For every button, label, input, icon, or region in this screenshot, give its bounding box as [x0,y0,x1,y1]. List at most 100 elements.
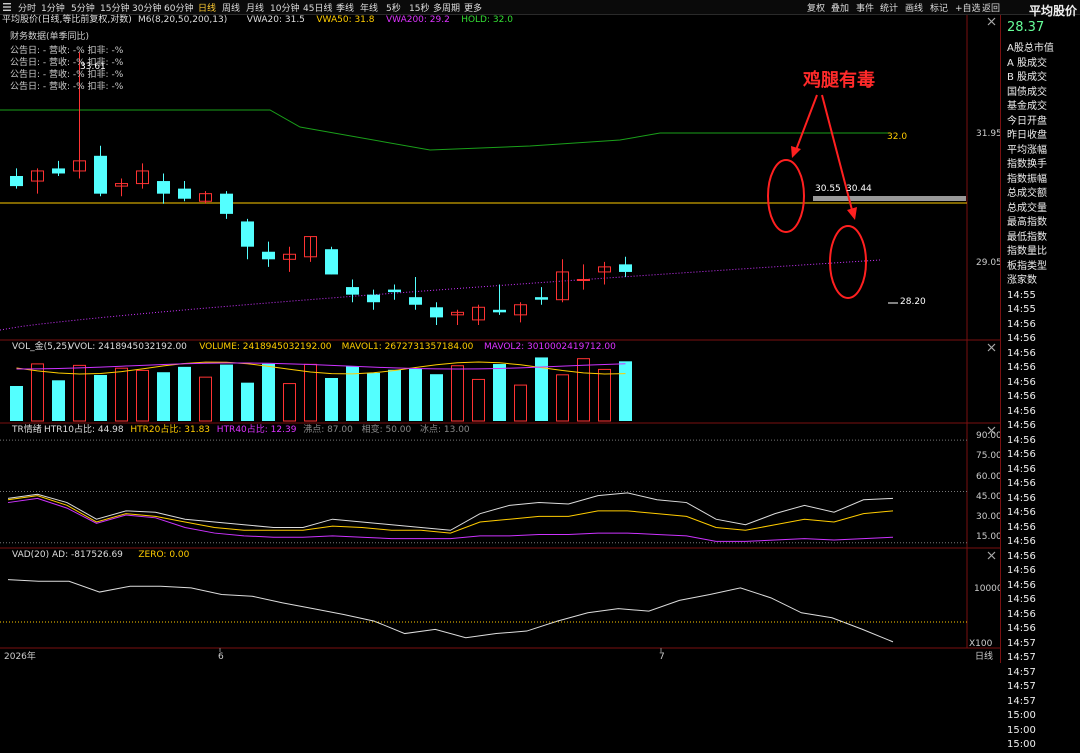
quote-field[interactable]: 14:55 [1007,289,1054,304]
indicator-value: VWA50: 31.8 [316,15,375,25]
quote-field[interactable]: 总成交额 [1007,187,1054,202]
quote-field[interactable]: 14:56 [1007,347,1054,362]
close-icon[interactable] [987,17,996,26]
indicator-value: 相变: 50.00 [361,425,412,435]
chart-title: 平均股价(日线,等比前复权,对数) [2,15,132,25]
quote-field[interactable]: 15:00 [1007,709,1054,724]
volume-bar [409,368,422,421]
quote-field[interactable]: 14:56 [1007,579,1054,594]
close-icon[interactable] [987,551,996,560]
quote-field[interactable]: 14:56 [1007,463,1054,478]
high-label: 33.61 [80,62,106,72]
quote-field[interactable]: 14:56 [1007,376,1054,391]
arrow-line [795,94,818,151]
quote-field[interactable]: 14:56 [1007,448,1054,463]
kline-chart[interactable] [0,0,1000,663]
quote-field[interactable]: 14:56 [1007,419,1054,434]
volume-bar [619,361,632,421]
candle-body [262,251,275,260]
quote-field[interactable]: 14:56 [1007,506,1054,521]
volume-bar [472,378,485,422]
quote-field[interactable]: 14:56 [1007,477,1054,492]
quote-field[interactable]: 14:57 [1007,666,1054,681]
close-icon[interactable] [987,426,996,435]
quote-field[interactable]: 14:56 [1007,521,1054,536]
quote-field[interactable]: 指数量比 [1007,245,1054,260]
quote-field[interactable]: 14:57 [1007,637,1054,652]
candle-body [94,155,107,194]
candle-body [493,309,506,313]
quote-field[interactable]: 基金成交 [1007,100,1054,115]
quote-field[interactable]: 14:56 [1007,622,1054,637]
quote-field[interactable]: B 股成交 [1007,71,1054,86]
quote-field[interactable]: 14:56 [1007,361,1054,376]
tr-axis-label: 30.00 [976,512,1002,522]
panel-title: 平均股价 [1028,4,1077,18]
candle-body [241,221,254,247]
indicator-value: VWA200: 29.2 [386,15,450,25]
volume-bar [220,364,233,421]
quote-field[interactable]: 平均涨幅 [1007,144,1054,159]
quote-field[interactable]: 最低指数 [1007,231,1054,246]
volume-bar [598,368,611,422]
candle-body [220,193,233,214]
volume-bar [178,366,191,421]
quote-field[interactable]: 最高指数 [1007,216,1054,231]
finance-row: 公告日: - 营收: -% 扣非: -% [10,70,124,80]
vad-title: VAD(20) [12,550,50,560]
candle-body [388,289,401,293]
quote-field[interactable]: 14:57 [1007,651,1054,666]
quote-field[interactable]: 涨家数 [1007,274,1054,289]
quote-field[interactable]: 14:56 [1007,564,1054,579]
volume-bar [262,363,275,421]
quote-field[interactable]: 15:00 [1007,738,1054,753]
finance-row: 公告日: - 营收: -% 扣非: -% [10,46,124,56]
annotation-text: 鸡腿有毒 [803,70,875,91]
hold-line [0,109,890,151]
quote-field[interactable]: 板指类型 [1007,260,1054,275]
tr-axis-label: 60.00 [976,472,1002,482]
quote-field[interactable]: 14:56 [1007,550,1054,565]
quote-field[interactable]: 昨日收盘 [1007,129,1054,144]
quote-field[interactable]: A 股成交 [1007,57,1054,72]
indicator-value: ZERO: 0.00 [138,550,190,560]
quote-field[interactable]: 指数换手 [1007,158,1054,173]
volume-bar [304,363,317,422]
volume-bar [430,374,443,421]
quote-field[interactable]: 今日开盘 [1007,115,1054,130]
quote-field[interactable]: 14:56 [1007,318,1054,333]
htr20-line [7,495,894,534]
quote-field[interactable]: 14:57 [1007,695,1054,710]
candle-body [577,279,590,282]
quote-field[interactable]: 15:00 [1007,724,1054,739]
candle-body [619,264,632,272]
quote-field[interactable]: 14:56 [1007,608,1054,623]
quote-field[interactable]: 总成交量 [1007,202,1054,217]
volume-bar [10,385,23,421]
candle-body [178,188,191,199]
quote-field[interactable]: 14:56 [1007,593,1054,608]
quote-field[interactable]: 14:55 [1007,303,1054,318]
quote-field[interactable]: 14:56 [1007,492,1054,507]
quote-field[interactable]: 国债成交 [1007,86,1054,101]
close-icon[interactable] [987,343,996,352]
quote-field[interactable]: 14:56 [1007,332,1054,347]
volume-bar [325,377,338,421]
quote-field[interactable]: 14:56 [1007,390,1054,405]
volume-bar [31,363,44,422]
quote-field[interactable]: 14:56 [1007,434,1054,449]
current-price: 28.37 [1007,20,1045,35]
indicator-value: VOLUME: 2418945032192.00 [199,342,332,352]
quote-field[interactable]: 14:56 [1007,405,1054,420]
quote-panel: 平均股价 28.37 A股总市值 A 股成交 B 股成交 国债成交 基金成交 今日开盘 昨日… [1000,4,1080,750]
quote-field[interactable]: 14:57 [1007,680,1054,695]
quote-field[interactable]: A股总市值 [1007,42,1054,57]
volume-bar [157,372,170,421]
volume-bar [199,376,212,422]
tr-axis-label: 15.00 [976,532,1002,542]
indicator-value: HTR10占比: 44.98 [44,425,124,435]
quote-field[interactable]: 指数振幅 [1007,173,1054,188]
volume-bar [577,358,590,422]
vwa200-line [0,259,881,331]
quote-field[interactable]: 14:56 [1007,535,1054,550]
